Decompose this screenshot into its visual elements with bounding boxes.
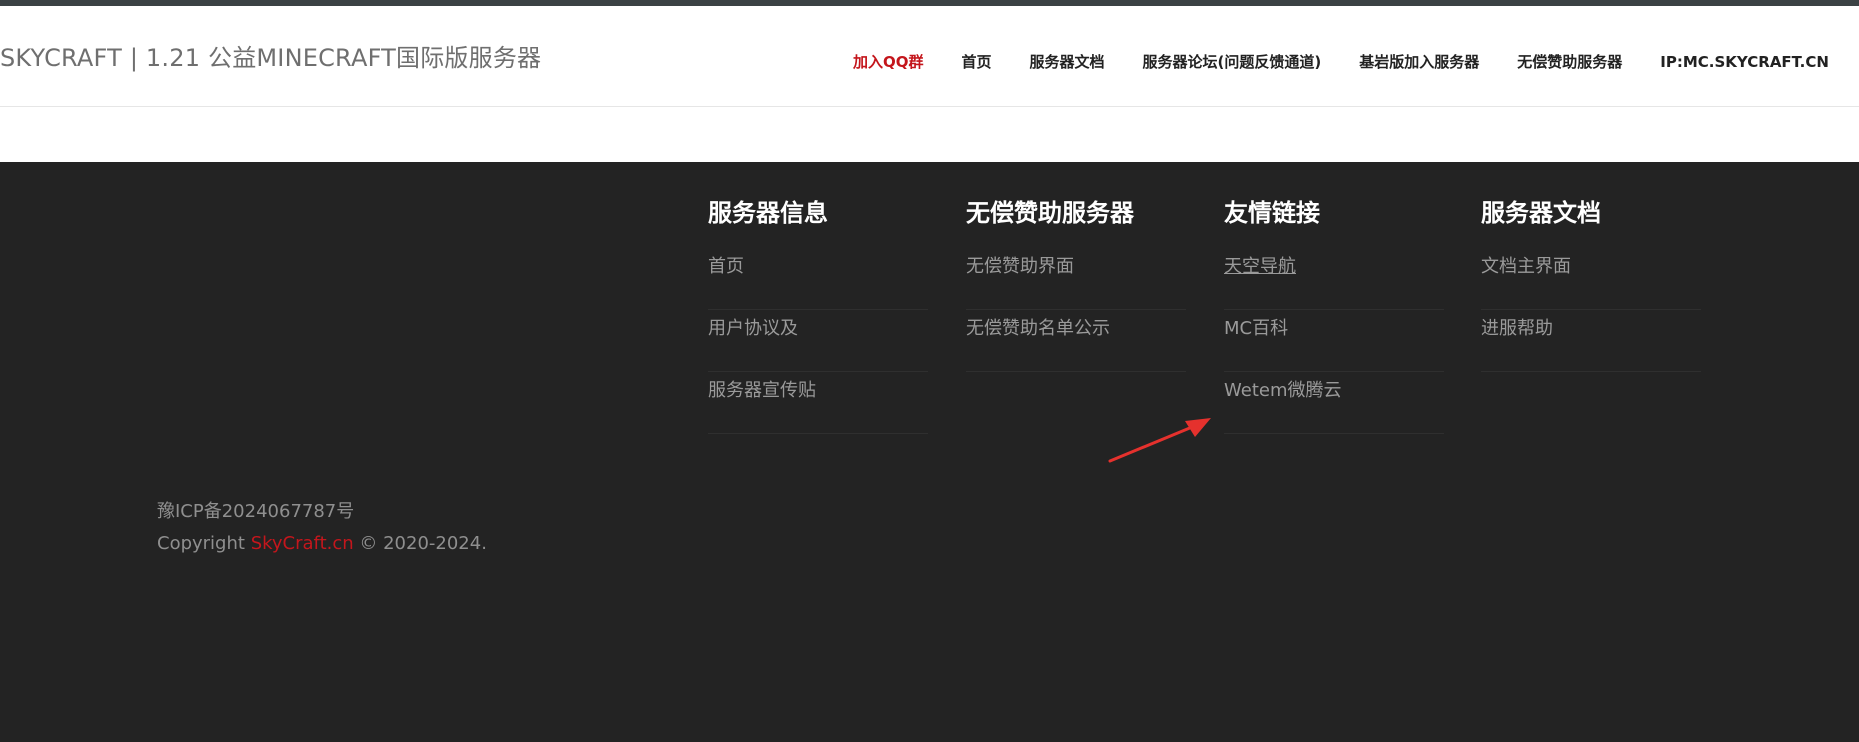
site-title[interactable]: SKYCRAFT | 1.21 公益MINECRAFT国际版服务器 [0,43,541,73]
footer-bottom: 豫ICP备2024067787号 Copyright SkyCraft.cn ©… [157,496,487,560]
nav-item-ip[interactable]: IP:MC.SKYCRAFT.CN [1660,50,1829,74]
footer-link-mcmod[interactable]: MC百科 [1224,310,1444,344]
list-item: 文档主界面 [1481,248,1701,310]
header-spacer [0,107,1859,162]
main-nav: 加入QQ群 首页 服务器文档 服务器论坛(问题反馈通道) 基岩版加入服务器 无偿… [853,50,1829,74]
footer-column-title: 服务器文档 [1481,199,1601,227]
footer-column-sponsor: 无偿赞助服务器 无偿赞助界面 无偿赞助名单公示 [966,196,1186,372]
footer-column-friend-links: 友情链接 天空导航 MC百科 Wetem微腾云 [1224,196,1444,434]
copyright-suffix: © 2020-2024. [353,533,487,554]
footer-link-home[interactable]: 首页 [708,248,928,282]
list-item: Wetem微腾云 [1224,372,1444,434]
footer-link-sponsor-page[interactable]: 无偿赞助界面 [966,248,1186,282]
copyright-prefix: Copyright [157,533,251,554]
list-item: 用户协议及 [708,310,928,372]
footer-link-join-help[interactable]: 进服帮助 [1481,310,1701,344]
annotation-arrow-icon [1108,418,1211,463]
nav-item-home[interactable]: 首页 [962,50,992,74]
nav-item-bedrock[interactable]: 基岩版加入服务器 [1359,50,1479,74]
footer-column-server-info: 服务器信息 首页 用户协议及 服务器宣传贴 [708,196,928,434]
footer-link-sponsor-list[interactable]: 无偿赞助名单公示 [966,310,1186,344]
nav-item-forum[interactable]: 服务器论坛(问题反馈通道) [1143,50,1322,74]
icp-record[interactable]: 豫ICP备2024067787号 [157,496,487,528]
list-item: 进服帮助 [1481,310,1701,372]
footer-column-title: 友情链接 [1224,199,1320,227]
list-item: MC百科 [1224,310,1444,372]
list-item: 无偿赞助名单公示 [966,310,1186,372]
copyright: Copyright SkyCraft.cn © 2020-2024. [157,528,487,560]
list-item: 服务器宣传贴 [708,372,928,434]
footer-column-title: 无偿赞助服务器 [966,199,1134,227]
list-item: 无偿赞助界面 [966,248,1186,310]
list-item: 首页 [708,248,928,310]
nav-item-join-qq[interactable]: 加入QQ群 [853,50,924,74]
footer-column-title: 服务器信息 [708,199,828,227]
footer-link-docs-home[interactable]: 文档主界面 [1481,248,1701,282]
footer-link-wetem[interactable]: Wetem微腾云 [1224,372,1444,406]
footer-link-sky-nav[interactable]: 天空导航 [1224,248,1444,282]
nav-item-sponsor[interactable]: 无偿赞助服务器 [1517,50,1622,74]
copyright-brand-link[interactable]: SkyCraft.cn [251,533,354,554]
footer-link-user-agreement[interactable]: 用户协议及 [708,310,928,344]
site-header: SKYCRAFT | 1.21 公益MINECRAFT国际版服务器 加入QQ群 … [0,6,1859,107]
list-item: 天空导航 [1224,248,1444,310]
footer-link-promo-post[interactable]: 服务器宣传贴 [708,372,928,406]
footer-column-docs: 服务器文档 文档主界面 进服帮助 [1481,196,1701,372]
nav-item-docs[interactable]: 服务器文档 [1030,50,1105,74]
